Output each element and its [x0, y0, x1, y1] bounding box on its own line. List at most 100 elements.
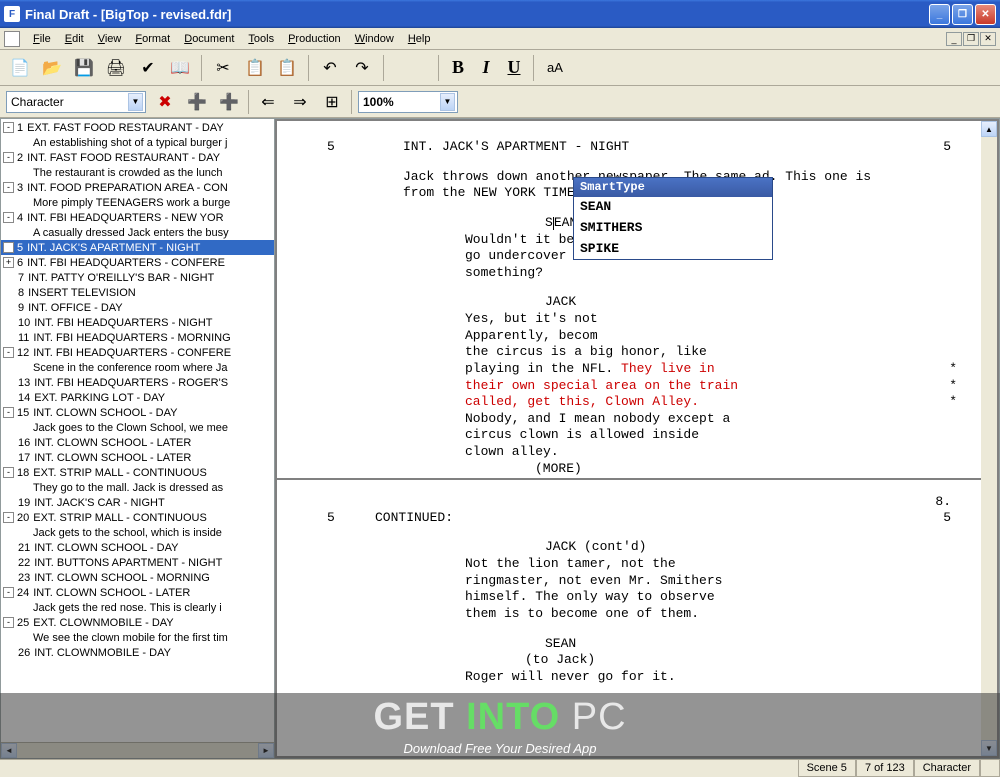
menu-production[interactable]: Production	[281, 31, 348, 47]
paste-button[interactable]: 📋	[273, 54, 301, 82]
scene-description[interactable]: We see the clown mobile for the first ti…	[1, 630, 274, 645]
smarttype-item[interactable]: SEAN	[574, 197, 772, 218]
collapse-icon[interactable]: -	[3, 407, 14, 418]
menu-window[interactable]: Window	[348, 31, 401, 47]
scene-item[interactable]: 7INT. PATTY O'REILLY'S BAR - NIGHT	[1, 270, 274, 285]
scene-item[interactable]: 22INT. BUTTONS APARTMENT - NIGHT	[1, 555, 274, 570]
scene-item[interactable]: -15INT. CLOWN SCHOOL - DAY	[1, 405, 274, 420]
scene-item[interactable]: 19INT. JACK'S CAR - NIGHT	[1, 495, 274, 510]
delete-element-button[interactable]: ✖	[152, 89, 178, 115]
scene-description[interactable]: An establishing shot of a typical burger…	[1, 135, 274, 150]
scene-item[interactable]: 21INT. CLOWN SCHOOL - DAY	[1, 540, 274, 555]
collapse-icon[interactable]: -	[3, 212, 14, 223]
smarttype-item[interactable]: SPIKE	[574, 239, 772, 260]
expand-icon[interactable]: +	[3, 242, 14, 253]
mdi-close-button[interactable]: ✕	[980, 32, 996, 46]
spellcheck-button[interactable]: ✔	[134, 54, 162, 82]
zoom-combo[interactable]: 100% ▼	[358, 91, 458, 113]
mdi-restore-button[interactable]: ❐	[963, 32, 979, 46]
collapse-icon[interactable]: -	[3, 347, 14, 358]
scene-item[interactable]: 10INT. FBI HEADQUARTERS - NIGHT	[1, 315, 274, 330]
cut-button[interactable]: ✂	[209, 54, 237, 82]
copy-button[interactable]: 📋	[241, 54, 269, 82]
scroll-up-button[interactable]: ▲	[981, 121, 997, 137]
bold-button[interactable]: B	[446, 54, 470, 82]
redo-button[interactable]: ↷	[348, 54, 376, 82]
scene-item[interactable]: 11INT. FBI HEADQUARTERS - MORNING	[1, 330, 274, 345]
scene-item[interactable]: 23INT. CLOWN SCHOOL - MORNING	[1, 570, 274, 585]
collapse-icon[interactable]: -	[3, 587, 14, 598]
insert-scene-button[interactable]: ➕	[184, 89, 210, 115]
scene-item[interactable]: +5INT. JACK'S APARTMENT - NIGHT	[1, 240, 274, 255]
scene-description[interactable]: Scene in the conference room where Ja	[1, 360, 274, 375]
scene-item[interactable]: -24INT. CLOWN SCHOOL - LATER	[1, 585, 274, 600]
collapse-icon[interactable]: -	[3, 617, 14, 628]
next-button[interactable]: ⇒	[287, 89, 313, 115]
scene-item[interactable]: -20EXT. STRIP MALL - CONTINUOUS	[1, 510, 274, 525]
scene-number: 16	[18, 437, 30, 449]
scene-item[interactable]: -2INT. FAST FOOD RESTAURANT - DAY	[1, 150, 274, 165]
book-button[interactable]: 📖	[166, 54, 194, 82]
scene-slugline: INT. CLOWN SCHOOL - LATER	[34, 452, 191, 464]
maximize-button[interactable]: ❐	[952, 4, 973, 25]
prev-button[interactable]: ⇐	[255, 89, 281, 115]
collapse-icon[interactable]: -	[3, 152, 14, 163]
scene-item[interactable]: -3INT. FOOD PREPARATION AREA - CON	[1, 180, 274, 195]
collapse-icon[interactable]: -	[3, 182, 14, 193]
menu-document[interactable]: Document	[177, 31, 241, 47]
scene-item[interactable]: -18EXT. STRIP MALL - CONTINUOUS	[1, 465, 274, 480]
element-combo[interactable]: Character ▼	[6, 91, 146, 113]
scene-item[interactable]: 9INT. OFFICE - DAY	[1, 300, 274, 315]
scene-item[interactable]: -25EXT. CLOWNMOBILE - DAY	[1, 615, 274, 630]
continued-header: CONTINUED:	[375, 510, 453, 527]
goto-button[interactable]: ⊞	[319, 89, 345, 115]
undo-button[interactable]: ↶	[316, 54, 344, 82]
print-button[interactable]: 🖨	[102, 54, 130, 82]
menu-tools[interactable]: Tools	[241, 31, 281, 47]
scene-description[interactable]: Jack gets to the school, which is inside	[1, 525, 274, 540]
scene-description[interactable]: They go to the mall. Jack is dressed as	[1, 480, 274, 495]
scene-navigator[interactable]: -1EXT. FAST FOOD RESTAURANT - DAYAn esta…	[0, 118, 275, 759]
script-page-top[interactable]: 5 5 INT. JACK'S APARTMENT - NIGHT Jack t…	[277, 121, 997, 478]
smarttype-item[interactable]: SMITHERS	[574, 218, 772, 239]
expand-icon[interactable]: +	[3, 257, 14, 268]
menu-format[interactable]: Format	[128, 31, 177, 47]
case-button[interactable]: aA	[541, 54, 569, 82]
menu-edit[interactable]: Edit	[58, 31, 91, 47]
close-button[interactable]: ✕	[975, 4, 996, 25]
scene-description[interactable]: Jack gets the red nose. This is clearly …	[1, 600, 274, 615]
open-button[interactable]: 📂	[38, 54, 66, 82]
menu-help[interactable]: Help	[401, 31, 438, 47]
scene-description[interactable]: A casually dressed Jack enters the busy	[1, 225, 274, 240]
menu-view[interactable]: View	[91, 31, 129, 47]
scene-item[interactable]: 17INT. CLOWN SCHOOL - LATER	[1, 450, 274, 465]
scene-description[interactable]: Jack goes to the Clown School, we mee	[1, 420, 274, 435]
collapse-icon[interactable]: -	[3, 122, 14, 133]
scene-item[interactable]: -1EXT. FAST FOOD RESTAURANT - DAY	[1, 120, 274, 135]
scene-item[interactable]: 16 INT. CLOWN SCHOOL - LATER	[1, 435, 274, 450]
insert-element-button[interactable]: ➕	[216, 89, 242, 115]
scene-slugline: INT. CLOWN SCHOOL - LATER	[34, 437, 191, 449]
menu-file[interactable]: File	[26, 31, 58, 47]
scene-slugline: EXT. FAST FOOD RESTAURANT - DAY	[27, 122, 224, 134]
scene-item[interactable]: 26INT. CLOWNMOBILE - DAY	[1, 645, 274, 660]
scene-description[interactable]: More pimply TEENAGERS work a burge	[1, 195, 274, 210]
scene-item[interactable]: 8INSERT TELEVISION	[1, 285, 274, 300]
new-button[interactable]: 📄	[6, 54, 34, 82]
mdi-minimize-button[interactable]: _	[946, 32, 962, 46]
collapse-icon[interactable]: -	[3, 467, 14, 478]
underline-button[interactable]: U	[502, 54, 526, 82]
scene-item[interactable]: +6INT. FBI HEADQUARTERS - CONFERE	[1, 255, 274, 270]
scene-description[interactable]: The restaurant is crowded as the lunch	[1, 165, 274, 180]
character-name: JACK (cont'd)	[545, 539, 969, 556]
editor-vscrollbar[interactable]: ▲ ▼	[981, 121, 997, 756]
collapse-icon[interactable]: -	[3, 512, 14, 523]
scene-item[interactable]: -12INT. FBI HEADQUARTERS - CONFERE	[1, 345, 274, 360]
scene-item[interactable]: -4INT. FBI HEADQUARTERS - NEW YOR	[1, 210, 274, 225]
italic-button[interactable]: I	[474, 54, 498, 82]
save-button[interactable]: 💾	[70, 54, 98, 82]
watermark-overlay: GET INTO PC Download Free Your Desired A…	[0, 693, 1000, 759]
scene-item[interactable]: 13INT. FBI HEADQUARTERS - ROGER'S	[1, 375, 274, 390]
scene-item[interactable]: 14EXT. PARKING LOT - DAY	[1, 390, 274, 405]
minimize-button[interactable]: _	[929, 4, 950, 25]
